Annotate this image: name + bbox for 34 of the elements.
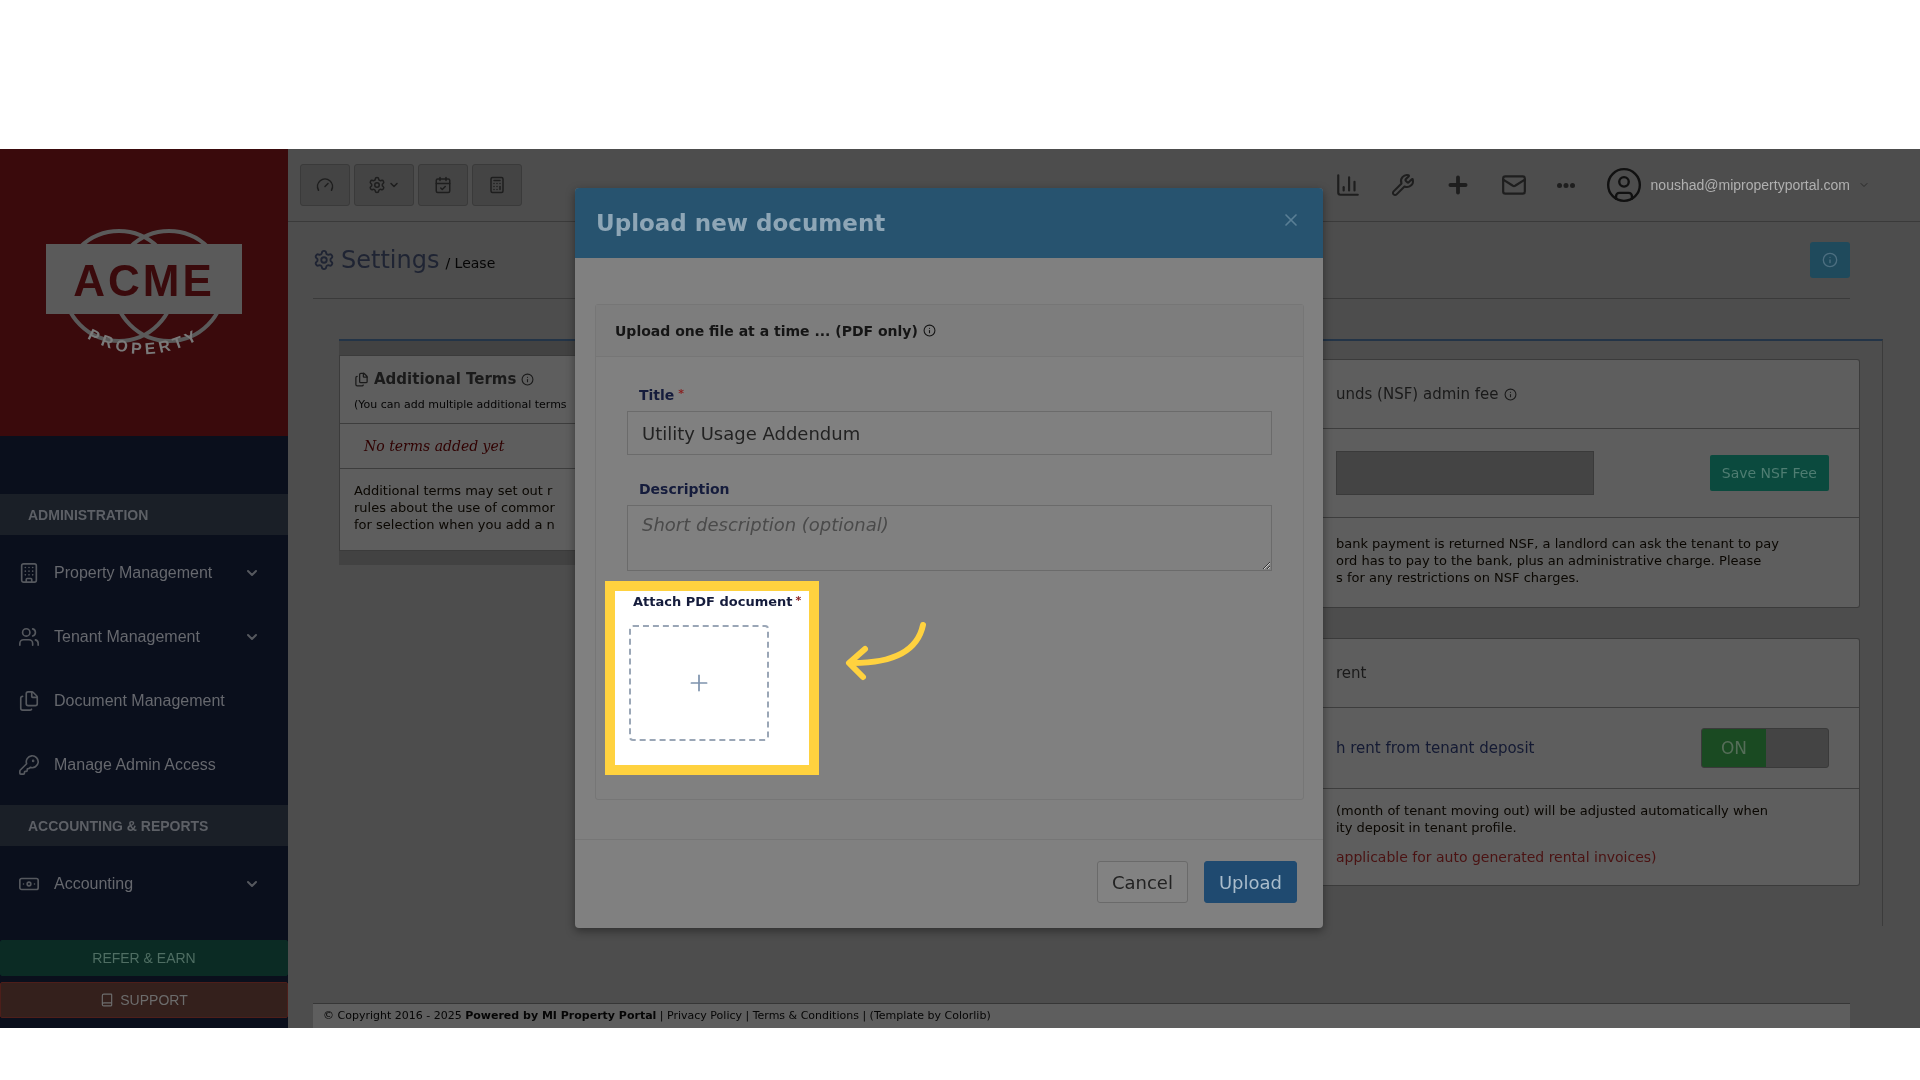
sidebar-item[interactable]: Document Management [0,669,288,733]
save-nsf-button[interactable]: Save NSF Fee [1709,455,1829,491]
sidebar-item[interactable]: Accounting [0,852,288,916]
info-text: s for any restrictions on NSF charges. [1336,569,1581,587]
info-text: ord has to pay to the bank, plus an administrative charge. Please [1336,552,1763,570]
user-email[interactable]: noushad@mipropertyportal.com [1650,177,1850,193]
card-title: rent [1336,663,1367,682]
support-button[interactable]: SUPPORT [0,982,288,1018]
upload-button[interactable]: Upload [1203,861,1297,903]
refer-button[interactable]: REFER & EARN [0,940,288,976]
section-heading: ADMINISTRATION [0,494,288,535]
setting-label: h rent from tenant deposit [1336,738,1536,757]
dialog-title: Upload new document [596,210,887,236]
info-text: bank payment is returned NSF, a landlord can ask the tenant to pay [1336,536,1780,553]
sidebar-item[interactable]: Manage Admin Access [0,733,288,797]
section-heading: ACCOUNTING & REPORTS [0,805,288,846]
toggle-switch[interactable]: ON [1701,727,1829,768]
info-text: rules about the use of commor [354,499,556,517]
field-label: Description [639,481,730,497]
footer-text: © Copyright 2016 - 2025 Powered by MI Property Portal | Privacy Policy | Terms & Conditions | (Template by Colorlib) [313,1003,1850,1028]
required-mark: * [795,594,802,609]
panel-heading: Upload one file at a time ... (PDF only) [615,322,918,339]
note-text: applicable for auto generated rental invoices) [1336,848,1658,867]
info-text: (month of tenant moving out) will be adjusted automatically when [1336,802,1770,820]
info-text: ity deposit in tenant profile. [1336,819,1518,837]
breadcrumb: / Lease [445,255,497,271]
title-field[interactable]: Utility Usage Addendum [627,411,1272,455]
card-title: Additional Terms [374,370,517,388]
sidebar-item[interactable]: Property Management [0,541,288,605]
cancel-button[interactable]: Cancel [1096,861,1188,903]
field-label: Attach PDF document [633,594,793,609]
sidebar-item[interactable]: Tenant Management [0,605,288,669]
card-title: unds (NSF) admin fee [1336,385,1499,403]
required-mark: * [678,387,685,402]
